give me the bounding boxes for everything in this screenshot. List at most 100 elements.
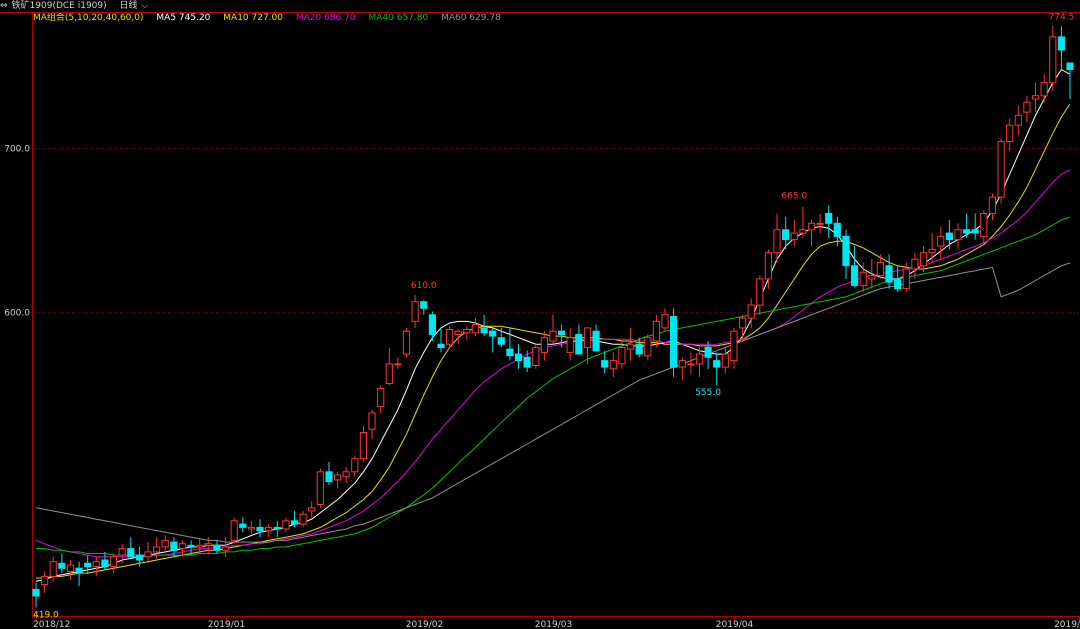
candle[interactable]: [265, 524, 273, 538]
candle[interactable]: [894, 265, 902, 292]
candlestick-chart[interactable]: 600.0 700.0 2018/12 2019/01 2019/02 2019/03 20…: [0, 0, 1080, 629]
candle[interactable]: [506, 327, 514, 361]
candle[interactable]: [342, 466, 350, 484]
candle[interactable]: [704, 341, 712, 369]
candle[interactable]: [351, 455, 359, 477]
candle[interactable]: [239, 517, 247, 533]
candle[interactable]: [368, 409, 376, 440]
candle[interactable]: [885, 254, 893, 289]
candle[interactable]: [626, 327, 635, 361]
candle-body: [928, 248, 936, 254]
candle[interactable]: [394, 357, 402, 369]
candle-body: [756, 278, 764, 306]
candle[interactable]: [316, 468, 324, 508]
candle[interactable]: [790, 220, 798, 247]
candle[interactable]: [454, 329, 462, 345]
candle[interactable]: [463, 326, 471, 340]
candle[interactable]: [592, 324, 600, 352]
candle[interactable]: [997, 138, 1005, 204]
candle[interactable]: [687, 352, 695, 374]
candle[interactable]: [222, 537, 230, 557]
candle[interactable]: [1031, 82, 1040, 113]
candle[interactable]: [514, 344, 523, 369]
candle[interactable]: [161, 535, 169, 554]
candle[interactable]: [420, 300, 428, 315]
candle[interactable]: [739, 314, 747, 341]
candle[interactable]: [609, 352, 617, 377]
candle[interactable]: [670, 308, 678, 377]
x-tick-label: 2019/02: [406, 620, 443, 629]
candle-body: [49, 561, 57, 577]
candle[interactable]: [92, 556, 100, 577]
candle[interactable]: [1014, 105, 1022, 135]
candle[interactable]: [876, 254, 884, 279]
candle[interactable]: [756, 275, 764, 315]
candle-body: [471, 324, 479, 334]
candle[interactable]: [644, 334, 652, 361]
candle[interactable]: [695, 347, 704, 377]
candle[interactable]: [807, 220, 816, 247]
candle[interactable]: [575, 324, 583, 355]
candle[interactable]: [109, 553, 118, 574]
candle[interactable]: [851, 246, 859, 287]
candle[interactable]: [66, 560, 75, 580]
candle[interactable]: [825, 205, 833, 238]
candle[interactable]: [247, 520, 256, 534]
candle[interactable]: [928, 233, 936, 263]
candle[interactable]: [532, 344, 540, 369]
candle[interactable]: [661, 308, 669, 332]
candle[interactable]: [1023, 95, 1031, 122]
candle[interactable]: [213, 540, 221, 554]
candle[interactable]: [963, 213, 971, 239]
candle[interactable]: [945, 220, 953, 250]
candle[interactable]: [489, 327, 497, 353]
candle[interactable]: [437, 327, 445, 353]
candle[interactable]: [988, 193, 996, 220]
candle[interactable]: [282, 517, 290, 533]
candle[interactable]: [816, 213, 824, 234]
x-tick-label: 2018/12: [33, 620, 70, 629]
candle[interactable]: [325, 462, 333, 485]
candle[interactable]: [256, 519, 264, 538]
candle[interactable]: [1040, 74, 1048, 103]
candle[interactable]: [868, 259, 876, 289]
candle[interactable]: [980, 210, 988, 243]
candle[interactable]: [1006, 118, 1014, 152]
candle[interactable]: [334, 471, 342, 489]
candle[interactable]: [523, 350, 531, 372]
candle[interactable]: [471, 318, 479, 337]
candle[interactable]: [32, 582, 40, 608]
candle[interactable]: [377, 385, 385, 413]
candle[interactable]: [1066, 62, 1074, 99]
candle[interactable]: [58, 553, 66, 574]
candle[interactable]: [549, 314, 557, 345]
candle[interactable]: [273, 520, 281, 538]
candle[interactable]: [127, 537, 135, 558]
candle[interactable]: [299, 511, 307, 528]
candle[interactable]: [971, 213, 979, 240]
candle[interactable]: [428, 311, 436, 342]
candle[interactable]: [230, 517, 238, 544]
candle[interactable]: [411, 295, 419, 328]
candle[interactable]: [1057, 26, 1066, 70]
candle[interactable]: [402, 327, 411, 358]
candle[interactable]: [385, 347, 393, 386]
candle[interactable]: [721, 347, 729, 374]
candle[interactable]: [144, 542, 152, 564]
candle[interactable]: [1049, 25, 1057, 91]
candle[interactable]: [799, 206, 807, 238]
candle[interactable]: [601, 350, 609, 374]
candle[interactable]: [678, 357, 686, 381]
candle[interactable]: [446, 326, 454, 348]
candle[interactable]: [954, 223, 962, 250]
candle[interactable]: [730, 327, 738, 369]
candle[interactable]: [566, 327, 574, 361]
candle[interactable]: [937, 226, 945, 260]
candle[interactable]: [540, 331, 548, 361]
candle[interactable]: [41, 571, 49, 593]
candle-body: [876, 262, 884, 277]
candle[interactable]: [842, 229, 850, 279]
candle[interactable]: [713, 352, 721, 386]
candle[interactable]: [359, 426, 367, 462]
candle[interactable]: [308, 501, 316, 518]
